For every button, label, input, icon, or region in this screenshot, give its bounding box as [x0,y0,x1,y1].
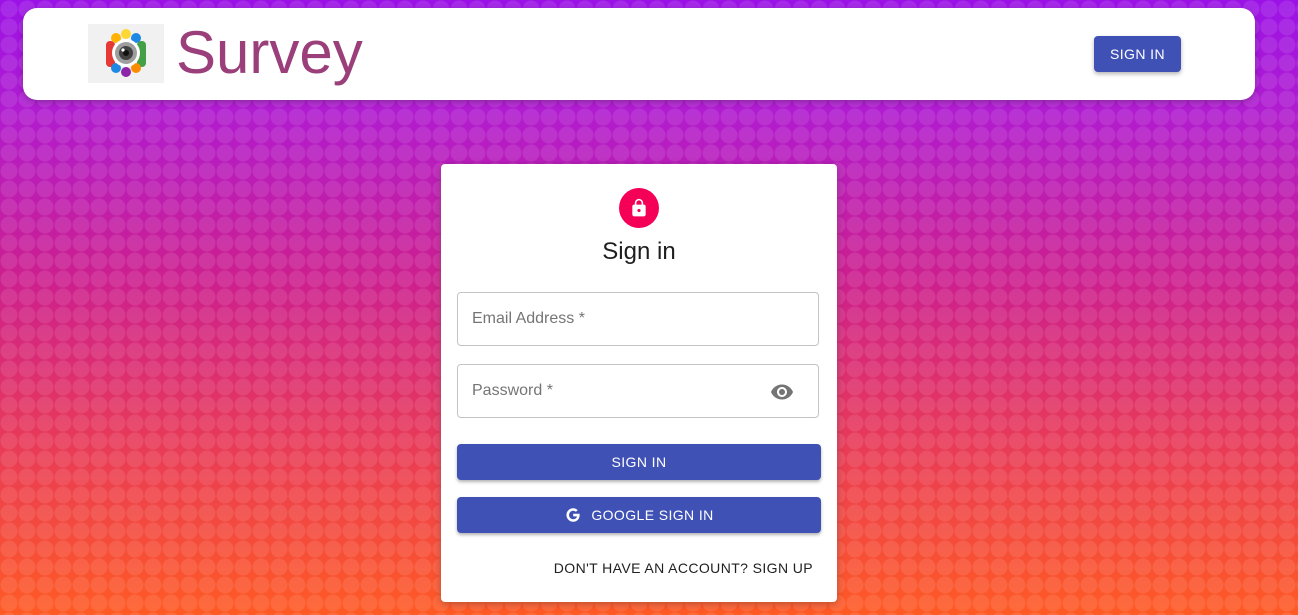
google-sign-in-button[interactable]: GOOGLE SIGN IN [457,497,821,533]
header-sign-in-button[interactable]: SIGN IN [1094,36,1181,72]
password-field [457,364,819,418]
sign-up-link[interactable]: DON'T HAVE AN ACCOUNT? SIGN UP [554,560,813,576]
email-input[interactable] [458,293,818,345]
google-sign-in-label: GOOGLE SIGN IN [591,507,714,523]
password-input[interactable] [458,365,818,417]
eye-icon[interactable] [770,380,794,404]
sign-in-button-label: SIGN IN [611,454,667,470]
sign-in-title: Sign in [602,238,676,265]
brand-title: Survey [176,19,363,86]
sign-in-button[interactable]: SIGN IN [457,444,821,480]
app-bar: Survey SIGN IN [23,8,1255,100]
lock-icon [632,198,646,217]
google-g-icon [566,508,580,522]
camera-lens-logo-icon [88,24,164,83]
sign-in-card: Sign in SIGN IN GOOGLE SIGN IN DON'T HAV… [441,164,837,602]
email-field [457,292,819,346]
lock-avatar [619,188,659,228]
